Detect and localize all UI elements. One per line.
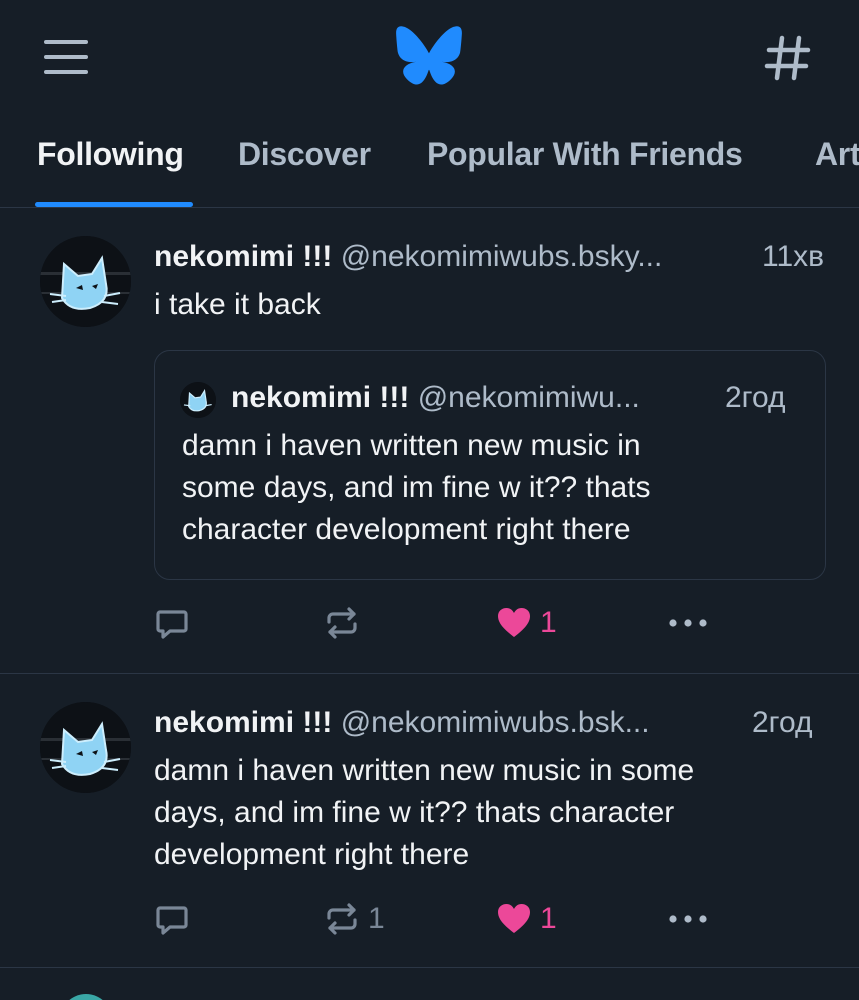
author-handle[interactable]: @nekomimiwubs.bsk... xyxy=(341,706,650,739)
like-count: 1 xyxy=(540,902,557,935)
heart-icon xyxy=(498,904,530,933)
repost-icon xyxy=(327,607,357,639)
repost-button[interactable]: 1 xyxy=(324,894,385,944)
author-handle[interactable]: @nekomimiwubs.bsky... xyxy=(341,240,663,273)
post-actions: 1 1 xyxy=(0,894,859,944)
more-options-button[interactable] xyxy=(666,894,710,944)
tab-discover[interactable]: Discover xyxy=(238,136,371,173)
like-button[interactable]: 1 xyxy=(496,894,557,944)
top-bar xyxy=(0,0,859,124)
ellipsis-icon xyxy=(669,915,707,923)
feed-post[interactable]: nekomimi !!! @nekomimiwubs.bsk... 2год d… xyxy=(0,674,859,968)
ellipsis-icon xyxy=(669,619,707,627)
more-options-button[interactable] xyxy=(666,598,710,648)
post-actions: 1 xyxy=(0,598,859,648)
author-name[interactable]: nekomimi !!! xyxy=(154,706,332,739)
feed-tabs: Following Discover Popular With Friends … xyxy=(0,124,859,208)
avatar xyxy=(180,382,216,418)
like-button[interactable]: 1 xyxy=(496,598,557,648)
reply-icon xyxy=(156,610,188,639)
avatar[interactable] xyxy=(40,702,131,793)
author-name: nekomimi !!! xyxy=(231,381,410,414)
repost-count: 1 xyxy=(368,902,385,935)
quoted-post[interactable]: nekomimi !!! @nekomimiwu... 2год damn i … xyxy=(154,350,826,580)
tab-art[interactable]: Art xyxy=(815,136,859,173)
post-text: damn i haven written new music in some d… xyxy=(154,754,695,871)
post-header: nekomimi !!! @nekomimiwubs.bsk... 2год xyxy=(154,706,813,740)
bluesky-butterfly-icon[interactable] xyxy=(396,26,462,86)
reply-button[interactable] xyxy=(154,598,190,648)
post-timestamp[interactable]: 11хв xyxy=(762,240,824,274)
reply-icon xyxy=(156,906,188,935)
like-count: 1 xyxy=(540,606,557,639)
post-timestamp: 2год xyxy=(725,381,786,414)
reply-button[interactable] xyxy=(154,894,190,944)
tab-popular-with-friends[interactable]: Popular With Friends xyxy=(427,136,743,173)
avatar[interactable] xyxy=(60,994,112,1000)
author-handle: @nekomimiwu... xyxy=(417,381,640,414)
hashtag-icon[interactable] xyxy=(762,32,814,84)
repost-button[interactable] xyxy=(324,598,368,648)
repost-icon xyxy=(327,903,357,935)
author-name[interactable]: nekomimi !!! xyxy=(154,240,332,273)
post-header: nekomimi !!! @nekomimiwubs.bsky... 11хв xyxy=(154,240,824,274)
heart-icon xyxy=(498,608,530,637)
quote-text: damn i haven written new music in some d… xyxy=(182,429,651,546)
tab-following[interactable]: Following xyxy=(37,136,184,173)
post-timestamp[interactable]: 2год xyxy=(752,706,813,740)
hamburger-menu-icon[interactable] xyxy=(42,38,90,76)
feed-post[interactable]: nekomimi !!! @nekomimiwubs.bsky... 11хв … xyxy=(0,208,859,674)
quote-header: nekomimi !!! @nekomimiwu... xyxy=(231,381,640,415)
active-tab-indicator xyxy=(35,202,193,207)
post-text: i take it back xyxy=(154,288,321,321)
avatar[interactable] xyxy=(40,236,131,327)
